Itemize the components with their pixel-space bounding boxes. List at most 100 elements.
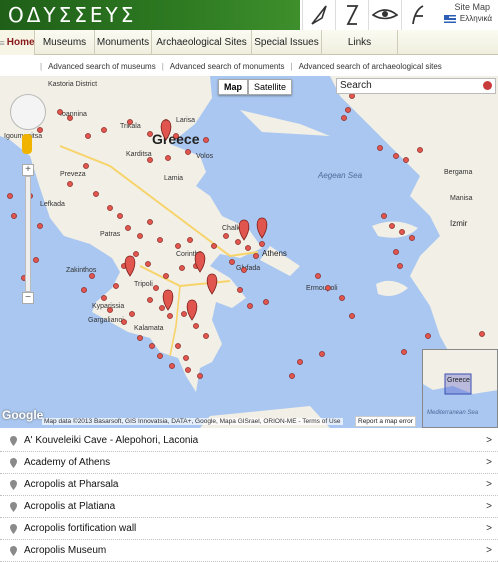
advanced-search-monuments-link[interactable]: Advanced search of monuments (170, 62, 285, 71)
site-marker[interactable] (245, 245, 251, 251)
site-marker[interactable] (341, 115, 347, 121)
site-marker[interactable] (381, 213, 387, 219)
zoom-slider[interactable] (25, 176, 31, 292)
list-item[interactable]: Academy of Athens > (0, 452, 498, 474)
site-marker[interactable] (247, 303, 253, 309)
nav-museums[interactable]: Museums (35, 30, 95, 55)
map-search-box[interactable]: Search (336, 78, 496, 94)
advanced-search-museums-link[interactable]: Advanced search of museums (48, 62, 156, 71)
eye-icon[interactable] (368, 0, 401, 30)
nav-monuments[interactable]: Monuments (95, 30, 152, 55)
site-marker[interactable] (159, 305, 165, 311)
site-marker[interactable] (175, 343, 181, 349)
site-marker[interactable] (289, 373, 295, 379)
site-marker[interactable] (297, 359, 303, 365)
site-marker[interactable] (147, 219, 153, 225)
list-item[interactable]: Acropolis at Platiana > (0, 496, 498, 518)
list-item[interactable]: Acropolis fortification wall > (0, 518, 498, 540)
site-marker[interactable] (319, 351, 325, 357)
figure-icon[interactable] (401, 0, 434, 30)
site-marker[interactable] (133, 251, 139, 257)
site-marker[interactable] (187, 237, 193, 243)
site-marker[interactable] (121, 319, 127, 325)
wave-hourglass-icon[interactable] (335, 0, 368, 30)
site-marker[interactable] (85, 133, 91, 139)
site-marker[interactable] (339, 295, 345, 301)
site-marker[interactable] (83, 163, 89, 169)
site-marker[interactable] (175, 243, 181, 249)
list-item[interactable]: Acropolis Museum > (0, 540, 498, 562)
site-marker[interactable] (389, 223, 395, 229)
site-marker[interactable] (169, 363, 175, 369)
site-marker[interactable] (185, 149, 191, 155)
site-marker[interactable] (185, 367, 191, 373)
list-item[interactable]: A' Kouveleiki Cave - Alepohori, Laconia … (0, 430, 498, 452)
site-marker[interactable] (147, 131, 153, 137)
site-marker[interactable] (183, 355, 189, 361)
site-marker[interactable] (93, 191, 99, 197)
close-icon[interactable] (483, 81, 492, 90)
site-marker[interactable] (113, 283, 119, 289)
site-marker[interactable] (67, 115, 73, 121)
site-marker[interactable] (7, 193, 13, 199)
advanced-search-sites-link[interactable]: Advanced search of archaeological sites (299, 62, 442, 71)
site-marker[interactable] (81, 287, 87, 293)
site-marker[interactable] (173, 133, 179, 139)
site-marker[interactable] (181, 311, 187, 317)
site-marker[interactable] (89, 273, 95, 279)
site-marker[interactable] (125, 225, 131, 231)
site-marker[interactable] (377, 145, 383, 151)
site-marker[interactable] (409, 235, 415, 241)
report-map-error-link[interactable]: Report a map error (355, 416, 416, 427)
site-marker[interactable] (57, 109, 63, 115)
zoom-out-button[interactable]: − (22, 292, 34, 304)
site-marker[interactable] (147, 157, 153, 163)
nav-special-issues[interactable]: Special Issues (252, 30, 322, 55)
logo-banner[interactable]: ΟΔΥΣΣΕΥΣ (0, 0, 300, 30)
site-marker[interactable] (399, 229, 405, 235)
zoom-in-button[interactable]: + (22, 164, 34, 176)
site-marker[interactable] (203, 137, 209, 143)
site-marker[interactable] (157, 237, 163, 243)
site-marker[interactable] (149, 343, 155, 349)
site-marker[interactable] (11, 213, 17, 219)
site-marker[interactable] (153, 285, 159, 291)
site-cluster-pin[interactable] (256, 217, 268, 239)
site-marker[interactable] (163, 273, 169, 279)
site-marker[interactable] (349, 93, 355, 99)
nav-home[interactable]: Home (0, 30, 35, 55)
site-marker[interactable] (37, 127, 43, 133)
site-marker[interactable] (223, 233, 229, 239)
site-map-link[interactable]: Site Map (454, 2, 490, 12)
site-marker[interactable] (67, 181, 73, 187)
map[interactable]: Greece Aegean Sea Athens Izmir Kastoria … (0, 76, 498, 428)
site-marker[interactable] (211, 243, 217, 249)
site-marker[interactable] (479, 331, 485, 337)
site-marker[interactable] (137, 233, 143, 239)
language-switch[interactable]: Ελληνικά (443, 14, 492, 23)
site-marker[interactable] (401, 349, 407, 355)
site-marker[interactable] (165, 155, 171, 161)
map-type-map-button[interactable]: Map (218, 79, 248, 95)
site-marker[interactable] (137, 335, 143, 341)
site-marker[interactable] (101, 127, 107, 133)
site-marker[interactable] (193, 323, 199, 329)
site-marker[interactable] (253, 253, 259, 259)
map-attribution[interactable]: Map data ©2013 Basarsoft, GIS Innovatsia… (42, 418, 343, 425)
map-type-satellite-button[interactable]: Satellite (248, 79, 293, 95)
site-marker[interactable] (33, 257, 39, 263)
site-marker[interactable] (127, 119, 133, 125)
street-view-pegman-icon[interactable] (22, 134, 32, 154)
site-marker[interactable] (107, 307, 113, 313)
site-marker[interactable] (203, 333, 209, 339)
nav-links[interactable]: Links (322, 30, 398, 55)
site-marker[interactable] (229, 259, 235, 265)
quill-icon[interactable] (302, 0, 335, 30)
site-marker[interactable] (107, 205, 113, 211)
site-marker[interactable] (197, 373, 203, 379)
site-marker[interactable] (241, 267, 247, 273)
site-marker[interactable] (315, 273, 321, 279)
site-marker[interactable] (129, 311, 135, 317)
site-marker[interactable] (179, 265, 185, 271)
site-marker[interactable] (259, 241, 265, 247)
